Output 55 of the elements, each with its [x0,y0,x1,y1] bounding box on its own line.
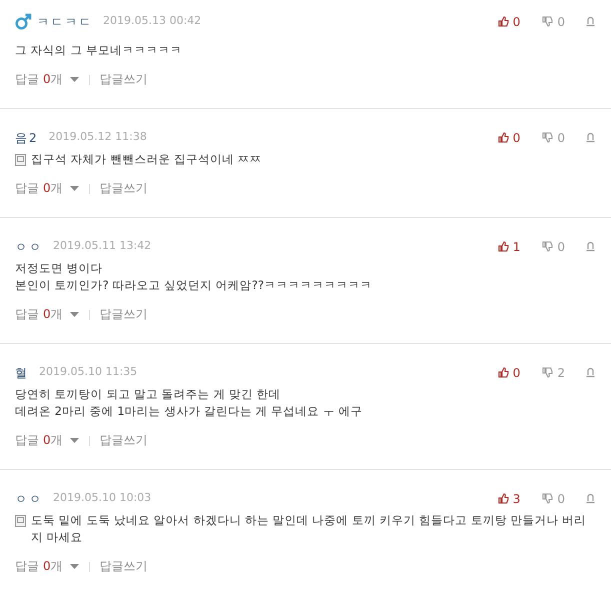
caret-down-icon [70,438,79,443]
comment-date: 2019.05.13 00:42 [103,13,202,30]
comment-text: 집구석 자체가 뺀뺀스러운 집구석이네 ㅉㅉ [31,151,262,168]
siren-icon [585,241,596,252]
author-name[interactable]: ㅇㅇ [15,238,43,256]
thumbs-up-icon [498,493,509,504]
thumbs-down-icon [542,241,554,252]
author-name[interactable]: 음2 [15,128,39,146]
thumbs-down-icon [542,493,554,504]
write-reply-link[interactable]: 답글쓰기 [100,181,148,196]
caret-down-icon [70,564,79,569]
caret-down-icon [70,312,79,317]
report-button[interactable] [585,367,596,378]
write-reply-link[interactable]: 답글쓰기 [100,307,148,322]
replies-toggle[interactable]: 답글 0개 [15,307,79,322]
thumbs-up-icon [498,132,509,143]
comment-text: 당연히 토끼탕이 되고 말고 돌려주는 게 맞긴 한데 데려온 2마리 중에 1마리는 생사가 갈린다는 게 무섭네요 ㅜ 에구 [15,386,363,420]
author-name[interactable]: ㅇㅇ [15,490,43,508]
comment-date: 2019.05.11 13:42 [53,238,152,254]
replies-toggle[interactable]: 답글 0개 [15,72,79,87]
write-reply-link[interactable]: 답글쓰기 [100,72,148,87]
caret-down-icon [70,77,79,82]
thumbs-up-icon [498,241,509,252]
thumbs-up-icon [498,367,509,378]
like-button[interactable]: 1 [498,238,520,256]
thumbs-down-icon [542,16,554,27]
report-button[interactable] [585,16,596,27]
write-reply-link[interactable]: 답글쓰기 [100,433,148,448]
report-button[interactable] [585,132,596,143]
report-button[interactable] [585,241,596,252]
replies-toggle[interactable]: 답글 0개 [15,433,79,448]
siren-icon [585,132,596,143]
comment-date: 2019.05.12 11:38 [48,129,147,146]
siren-icon [585,367,596,378]
comment-text: 저정도면 병이다 본인이 토끼인가? 따라오고 싶었던지 어케암??ㅋㅋㅋㅋㅋㅋㅋㅋㅋ [15,260,372,294]
thumbs-down-icon [542,132,554,143]
author-name[interactable]: ㅋㄷㅋㄷ [37,12,93,30]
thumbs-down-icon [542,367,554,378]
comment-date: 2019.05.10 11:35 [39,364,138,380]
comment-date: 2019.05.10 10:03 [53,490,152,506]
siren-icon [585,493,596,504]
report-button[interactable] [585,493,596,504]
comment-text: 그 자식의 그 부모네ㅋㅋㅋㅋㅋ [15,42,182,59]
like-button[interactable]: 0 [498,364,520,382]
like-button[interactable]: 0 [498,128,520,146]
author-name[interactable]: 혈 [15,364,29,382]
comment-text: 도둑 밑에 도둑 났네요 알아서 하겠다니 하는 말인데 나중에 토끼 키우기 힘들다고 토끼탕 만들거나 버리 지 마세요 [31,512,586,546]
like-button[interactable]: 0 [498,12,520,30]
write-reply-link[interactable]: 답글쓰기 [100,559,148,574]
thumbs-up-icon [498,16,509,27]
replies-toggle[interactable]: 답글 0개 [15,181,79,196]
like-button[interactable]: 3 [498,490,520,508]
caret-down-icon [70,186,79,191]
replies-toggle[interactable]: 답글 0개 [15,559,79,574]
siren-icon [585,16,596,27]
